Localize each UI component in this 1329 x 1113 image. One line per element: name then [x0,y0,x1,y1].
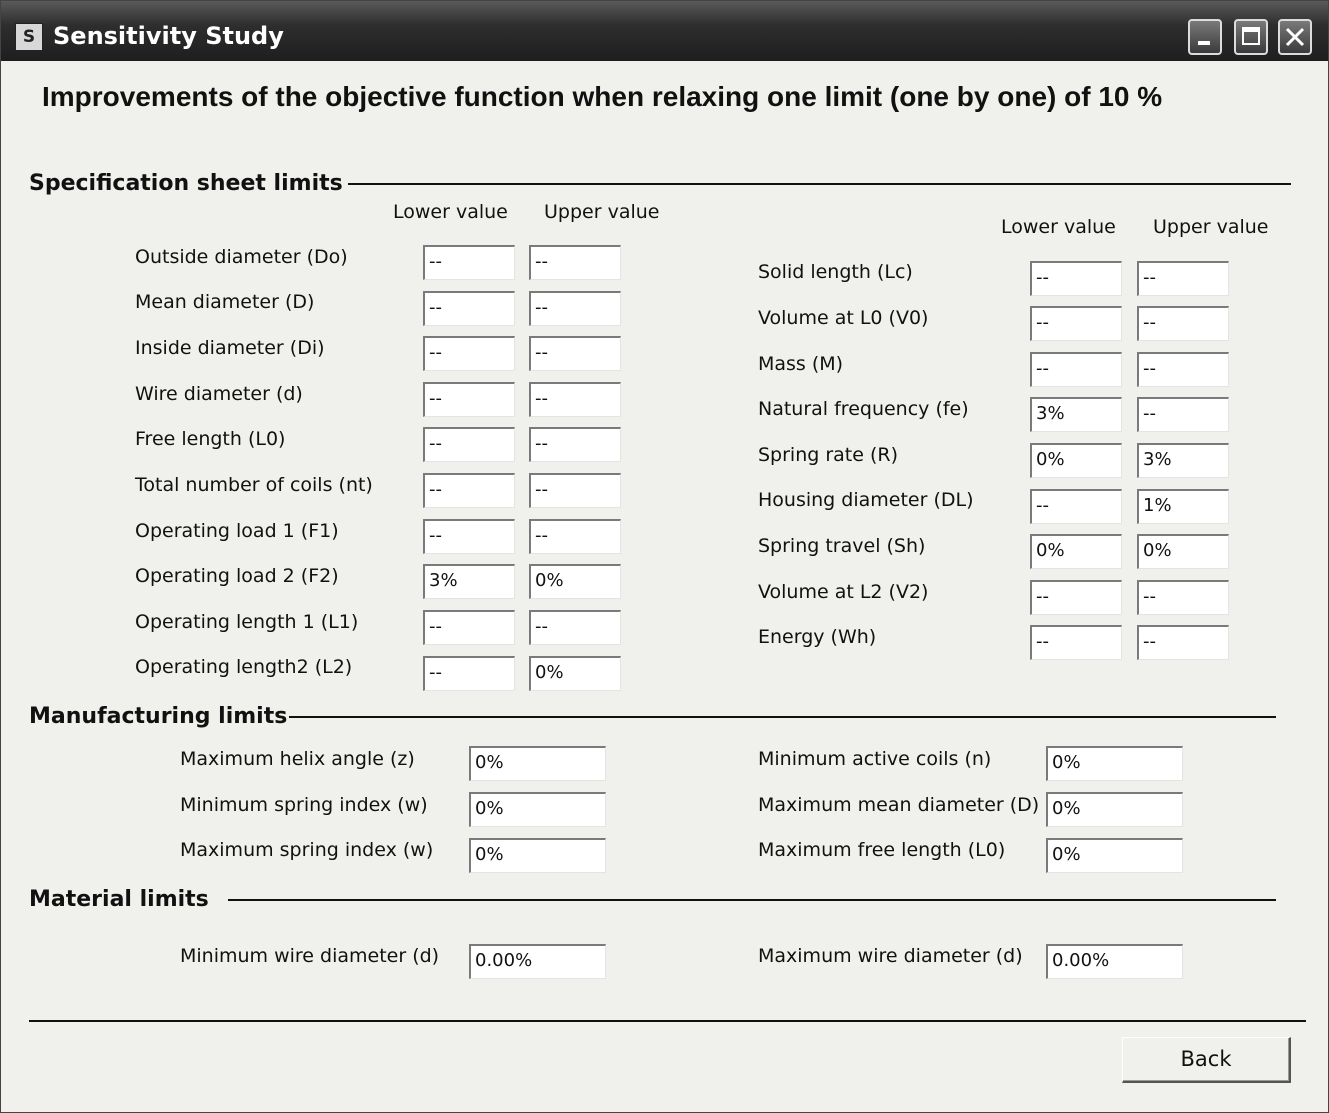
min-wire-diameter-label: Minimum wire diameter (d) [180,945,440,967]
spec-upper-field[interactable]: 3% [1137,443,1229,478]
section-title-manufacturing: Manufacturing limits [29,704,288,729]
manufacturing-field[interactable]: 0% [469,792,606,827]
section-divider-material [228,899,1276,901]
manufacturing-label: Maximum mean diameter (D) [758,794,1040,816]
section-divider-spec [348,183,1291,185]
right-lower-header: Lower value [1001,216,1116,238]
max-wire-diameter-field[interactable]: 0.00% [1046,944,1183,979]
left-lower-header: Lower value [393,201,508,223]
manufacturing-label: Minimum active coils (n) [758,748,992,770]
spec-label: Total number of coils (nt) [135,474,373,496]
spec-label: Inside diameter (Di) [135,337,325,359]
spec-upper-field[interactable]: -- [1137,306,1229,341]
spec-upper-field[interactable]: 0% [1137,534,1229,569]
manufacturing-label: Maximum spring index (w) [180,839,434,861]
spec-upper-field[interactable]: -- [529,291,621,326]
window-title: Sensitivity Study [53,22,284,50]
page-heading: Improvements of the objective function w… [42,81,1163,112]
spec-label: Volume at L2 (V2) [758,581,929,603]
spec-lower-field[interactable]: -- [423,610,515,645]
spec-upper-field[interactable]: 0% [529,564,621,599]
spec-upper-field[interactable]: -- [529,519,621,554]
spec-lower-field[interactable]: -- [423,382,515,417]
spec-lower-field[interactable]: 0% [1030,534,1122,569]
spec-upper-field[interactable]: -- [529,427,621,462]
spec-upper-field[interactable]: 1% [1137,489,1229,524]
spec-label: Operating load 1 (F1) [135,520,339,542]
spec-upper-field[interactable]: -- [529,382,621,417]
minimize-icon [1198,41,1210,45]
section-divider-manufacturing [289,716,1276,718]
max-wire-diameter-label: Maximum wire diameter (d) [758,945,1023,967]
spec-lower-field[interactable]: -- [1030,352,1122,387]
maximize-button[interactable] [1234,19,1268,55]
spec-lower-field[interactable]: 3% [423,564,515,599]
close-button[interactable] [1278,19,1312,55]
manufacturing-label: Maximum free length (L0) [758,839,1006,861]
section-title-material: Material limits [29,887,209,912]
spec-lower-field[interactable]: -- [1030,580,1122,615]
spec-lower-field[interactable]: -- [423,336,515,371]
bottom-divider [29,1020,1306,1022]
spec-label: Operating length 1 (L1) [135,611,359,633]
spec-lower-field[interactable]: -- [1030,625,1122,660]
right-upper-header: Upper value [1153,216,1269,238]
spec-lower-field[interactable]: -- [1030,489,1122,524]
manufacturing-field[interactable]: 0% [1046,792,1183,827]
spec-label: Housing diameter (DL) [758,489,974,511]
spec-lower-field[interactable]: -- [423,519,515,554]
manufacturing-field[interactable]: 0% [1046,838,1183,873]
spec-upper-field[interactable]: -- [1137,397,1229,432]
spec-upper-field[interactable]: -- [529,245,621,280]
spec-label: Wire diameter (d) [135,383,303,405]
spec-upper-field[interactable]: -- [1137,261,1229,296]
spec-upper-field[interactable]: -- [1137,625,1229,660]
spec-upper-field[interactable]: -- [529,610,621,645]
manufacturing-label: Minimum spring index (w) [180,794,428,816]
manufacturing-field[interactable]: 0% [1046,746,1183,781]
spec-upper-field[interactable]: -- [1137,580,1229,615]
app-icon[interactable]: S [15,23,43,51]
spec-label: Free length (L0) [135,428,286,450]
manufacturing-label: Maximum helix angle (z) [180,748,415,770]
spec-label: Mean diameter (D) [135,291,315,313]
spec-label: Outside diameter (Do) [135,246,348,268]
spec-label: Operating length2 (L2) [135,656,353,678]
left-upper-header: Upper value [544,201,660,223]
title-bar[interactable]: S Sensitivity Study [1,1,1328,61]
spec-label: Energy (Wh) [758,626,877,648]
spec-lower-field[interactable]: 3% [1030,397,1122,432]
manufacturing-field[interactable]: 0% [469,746,606,781]
spec-label: Spring rate (R) [758,444,899,466]
spec-label: Volume at L0 (V0) [758,307,929,329]
close-icon [1285,27,1305,47]
spec-lower-field[interactable]: -- [1030,306,1122,341]
spec-lower-field[interactable]: -- [423,427,515,462]
spec-lower-field[interactable]: -- [423,291,515,326]
spec-upper-field[interactable]: -- [1137,352,1229,387]
back-button[interactable]: Back [1122,1037,1291,1083]
sensitivity-study-window: S Sensitivity Study Improvements of the … [0,0,1329,1113]
spec-label: Mass (M) [758,353,844,375]
spec-label: Operating load 2 (F2) [135,565,339,587]
min-wire-diameter-field[interactable]: 0.00% [469,944,606,979]
section-title-spec: Specification sheet limits [29,171,343,196]
spec-label: Natural frequency (fe) [758,398,969,420]
spec-upper-field[interactable]: -- [529,336,621,371]
spec-lower-field[interactable]: -- [423,656,515,691]
maximize-icon [1242,27,1260,45]
minimize-button[interactable] [1188,19,1222,55]
spec-lower-field[interactable]: 0% [1030,443,1122,478]
spec-lower-field[interactable]: -- [1030,261,1122,296]
spec-lower-field[interactable]: -- [423,245,515,280]
spec-label: Solid length (Lc) [758,261,913,283]
spec-lower-field[interactable]: -- [423,473,515,508]
spec-upper-field[interactable]: 0% [529,656,621,691]
manufacturing-field[interactable]: 0% [469,838,606,873]
spec-label: Spring travel (Sh) [758,535,926,557]
spec-upper-field[interactable]: -- [529,473,621,508]
